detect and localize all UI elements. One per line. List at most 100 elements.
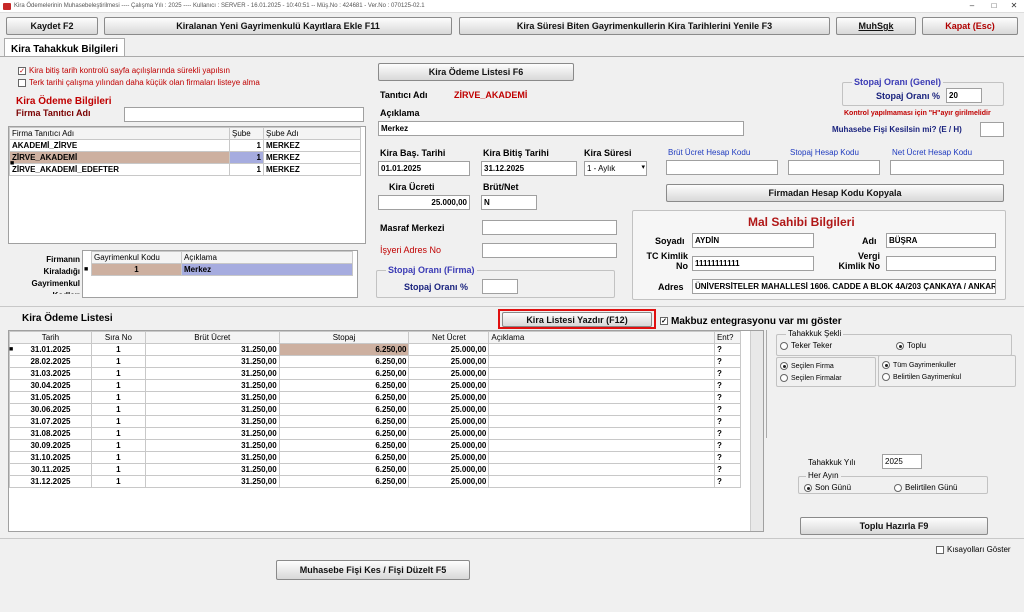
- cell-ent[interactable]: ?: [713, 451, 742, 464]
- cell-sira-no[interactable]: 1: [90, 463, 146, 476]
- print-list-button[interactable]: Kira Listesi Yazdır (F12): [502, 312, 652, 327]
- cell-aciklama[interactable]: [488, 403, 715, 416]
- checkbox-icon[interactable]: [936, 545, 944, 554]
- brut-code-input[interactable]: [666, 160, 778, 175]
- cell-sira-no[interactable]: 1: [90, 367, 146, 380]
- cell-brut-ucret[interactable]: 31.250,00: [144, 451, 280, 464]
- cell-sube[interactable]: 1: [229, 163, 264, 176]
- adres-input[interactable]: ÜNİVERSİTELER MAHALLESİ 1606. CADDE A BL…: [692, 279, 996, 294]
- cell-tarih[interactable]: 30.04.2025: [9, 379, 92, 392]
- tab-kira-tahakkuk[interactable]: Kira Tahakkuk Bilgileri: [4, 38, 126, 57]
- table-row[interactable]: 30.09.2025 1 31.250,00 6.250,00 25.000,00?: [9, 439, 742, 452]
- cell-ent[interactable]: ?: [713, 367, 742, 380]
- payment-list-button[interactable]: Kira Ödeme Listesi F6: [378, 63, 574, 81]
- tahakkuk-yil-input[interactable]: 2025: [882, 454, 922, 469]
- radio-selected-icon[interactable]: [780, 362, 788, 370]
- close-button[interactable]: Kapat (Esc): [922, 17, 1018, 35]
- adi-input[interactable]: BÜŞRA: [886, 233, 996, 248]
- cell-brut-ucret[interactable]: 31.250,00: [144, 355, 280, 368]
- cell-stopaj[interactable]: 6.250,00: [278, 403, 410, 416]
- radio-selected-icon[interactable]: [882, 361, 890, 369]
- cell-sira-no[interactable]: 1: [90, 379, 146, 392]
- muhsgk-button[interactable]: MuhSgk: [836, 17, 916, 35]
- cell-net-ucret[interactable]: 25.000,00: [408, 343, 490, 356]
- checkbox-checked-icon[interactable]: ✓: [18, 66, 26, 75]
- cell-net-ucret[interactable]: 25.000,00: [408, 379, 490, 392]
- muh-fis-input[interactable]: [980, 122, 1004, 137]
- cell-tarih[interactable]: 30.11.2025: [9, 463, 92, 476]
- chevron-down-icon[interactable]: ▾: [641, 162, 645, 174]
- col-ent[interactable]: Ent?: [713, 331, 742, 344]
- cell-aciklama[interactable]: [488, 367, 715, 380]
- cell-sube-adi[interactable]: MERKEZ: [263, 151, 361, 164]
- cell-sira-no[interactable]: 1: [90, 427, 146, 440]
- radio-icon[interactable]: [882, 373, 890, 381]
- add-property-button[interactable]: Kiralanan Yeni Gayrimenkulü Kayıtlara Ek…: [104, 17, 452, 35]
- table-row[interactable]: 31.07.2025 1 31.250,00 6.250,00 25.000,00?: [9, 415, 742, 428]
- cell-net-ucret[interactable]: 25.000,00: [408, 403, 490, 416]
- renew-dates-button[interactable]: Kira Süresi Biten Gayrimenkullerin Kira …: [459, 17, 830, 35]
- cell-net-ucret[interactable]: 25.000,00: [408, 367, 490, 380]
- cell-tarih[interactable]: 31.12.2025: [9, 475, 92, 488]
- cell-aciklama[interactable]: [488, 343, 715, 356]
- cell-brut-ucret[interactable]: 31.250,00: [144, 463, 280, 476]
- cell-firma[interactable]: AKADEMİ_ZİRVE: [9, 139, 230, 152]
- cell-aciklama[interactable]: [488, 475, 715, 488]
- cost-center-input[interactable]: [482, 220, 617, 235]
- fee-input[interactable]: 25.000,00: [378, 195, 470, 210]
- col-sube[interactable]: Şube: [229, 127, 264, 140]
- col-aciklama[interactable]: Açıklama: [488, 331, 715, 344]
- cell-tarih[interactable]: 31.03.2025: [9, 367, 92, 380]
- cell-tarih[interactable]: 31.10.2025: [9, 451, 92, 464]
- cell-tarih[interactable]: 28.02.2025: [9, 355, 92, 368]
- col-stopaj[interactable]: Stopaj: [278, 331, 410, 344]
- table-row[interactable]: ZİRVE_AKADEMİ_EDEFTER 1 MERKEZ: [9, 163, 361, 176]
- stopaj-code-input[interactable]: [788, 160, 880, 175]
- cell-net-ucret[interactable]: 25.000,00: [408, 475, 490, 488]
- radio-icon[interactable]: [894, 483, 902, 492]
- radio-selected-icon[interactable]: [896, 341, 904, 350]
- cell-sube-adi[interactable]: MERKEZ: [263, 139, 361, 152]
- cell-brut-ucret[interactable]: 31.250,00: [144, 439, 280, 452]
- cell-stopaj[interactable]: 6.250,00: [278, 475, 410, 488]
- cell-aciklama[interactable]: [488, 463, 715, 476]
- minimize-icon[interactable]: –: [966, 1, 978, 11]
- col-tarih[interactable]: Tarih: [9, 331, 92, 344]
- checkbox-checked-icon[interactable]: ✓: [660, 317, 668, 326]
- toplu-hazirla-button[interactable]: Toplu Hazırla F9: [800, 517, 988, 535]
- table-row[interactable]: 31.03.2025 1 31.250,00 6.250,00 25.000,00?: [9, 367, 742, 380]
- workplace-address-input[interactable]: [482, 243, 617, 258]
- cell-stopaj[interactable]: 6.250,00: [278, 367, 410, 380]
- start-date-input[interactable]: 01.01.2025: [378, 161, 470, 176]
- col-aciklama[interactable]: Açıklama: [181, 251, 353, 264]
- cell-ent[interactable]: ?: [713, 475, 742, 488]
- table-row[interactable]: 31.12.2025 1 31.250,00 6.250,00 25.000,00?: [9, 475, 742, 488]
- cell-sube[interactable]: 1: [229, 139, 264, 152]
- firm-search-input[interactable]: [124, 107, 364, 122]
- cell-net-ucret[interactable]: 25.000,00: [408, 451, 490, 464]
- cell-aciklama[interactable]: [488, 439, 715, 452]
- checkbox-icon[interactable]: [18, 78, 26, 87]
- cell-sira-no[interactable]: 1: [90, 391, 146, 404]
- cell-brut-ucret[interactable]: 31.250,00: [144, 367, 280, 380]
- belirtilen-gun-option[interactable]: Belirtilen Günü: [894, 483, 957, 492]
- col-sira-no[interactable]: Sıra No: [90, 331, 146, 344]
- cell-tarih[interactable]: 30.06.2025: [9, 403, 92, 416]
- auto-check-option[interactable]: ✓ Kira bitiş tarih kontrolü sayfa açılışl…: [18, 66, 230, 75]
- cell-ent[interactable]: ?: [713, 427, 742, 440]
- cell-firma[interactable]: ZİRVE_AKADEMİ: [9, 151, 230, 164]
- table-row-selected[interactable]: 31.01.2025 1 31.250,00 6.250,00 25.000,00?: [9, 343, 742, 356]
- vergi-input[interactable]: [886, 256, 996, 271]
- cell-aciklama[interactable]: [488, 451, 715, 464]
- teker-teker-option[interactable]: Teker Teker: [780, 341, 832, 350]
- cell-ent[interactable]: ?: [713, 343, 742, 356]
- cell-ent[interactable]: ?: [713, 463, 742, 476]
- col-sube-adi[interactable]: Şube Adı: [263, 127, 361, 140]
- cell-sube[interactable]: 1: [229, 151, 264, 164]
- cell-net-ucret[interactable]: 25.000,00: [408, 427, 490, 440]
- cell-tarih[interactable]: 31.08.2025: [9, 427, 92, 440]
- radio-icon[interactable]: [780, 341, 788, 350]
- cell-sira-no[interactable]: 1: [90, 451, 146, 464]
- brut-net-input[interactable]: N: [481, 195, 537, 210]
- cell-sira-no[interactable]: 1: [90, 355, 146, 368]
